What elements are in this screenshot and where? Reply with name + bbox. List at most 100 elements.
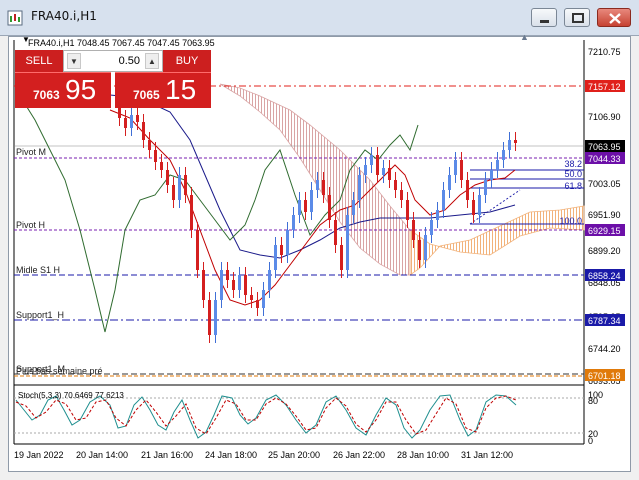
- candle-body: [118, 108, 121, 118]
- buy-price-box[interactable]: 7065 15: [115, 72, 211, 108]
- candle-body: [334, 220, 337, 245]
- stoch-main-line: [15, 394, 517, 439]
- svg-text:7157.12: 7157.12: [588, 82, 621, 92]
- candle-body: [466, 180, 469, 200]
- buy-price-pips: 15: [165, 74, 197, 105]
- candle-body: [202, 270, 205, 300]
- fibo-label-500: 50.0: [564, 169, 582, 179]
- lot-decrease-button[interactable]: ▼: [67, 53, 81, 69]
- candle-body: [388, 168, 391, 180]
- buy-price-prefix: 7065: [133, 88, 160, 102]
- candle-body: [178, 175, 181, 200]
- svg-text:6744.20: 6744.20: [588, 344, 621, 354]
- candle-body: [514, 140, 517, 143]
- candle-body: [376, 155, 379, 175]
- candle-body: [268, 270, 271, 290]
- candle-body: [298, 200, 301, 215]
- candle-body: [124, 118, 127, 128]
- candle-body: [424, 235, 427, 260]
- sell-button[interactable]: SELL: [15, 50, 63, 72]
- collapse-arrow-icon[interactable]: ▲: [520, 32, 529, 42]
- candle-body: [262, 290, 265, 308]
- candle-body: [130, 115, 133, 128]
- candle-body: [208, 300, 211, 335]
- candle-body: [328, 195, 331, 220]
- candle-body: [436, 210, 439, 220]
- price-tags: 7157.12 7063.95 7044.33 6929.15 6858.24 6787.…: [585, 80, 625, 381]
- svg-text:7063.95: 7063.95: [588, 142, 621, 152]
- fibo-label-618: 61.8: [564, 181, 582, 191]
- candle-body: [232, 280, 235, 290]
- candle-body: [454, 160, 457, 175]
- candle-body: [496, 160, 499, 170]
- candle-body: [406, 200, 409, 220]
- price-tag: 6858.24: [585, 269, 625, 281]
- candle-body: [382, 168, 385, 175]
- candle-body: [490, 170, 493, 180]
- candle-body: [472, 200, 475, 215]
- price-tag: 6787.34: [585, 314, 625, 326]
- fibonacci-trendline: [469, 189, 521, 225]
- candle-body: [316, 180, 319, 190]
- lot-increase-button[interactable]: ▲: [145, 53, 159, 69]
- midle-s1-label: Midle S1 H: [16, 265, 60, 275]
- buy-button[interactable]: BUY: [163, 50, 211, 72]
- candle-body: [448, 175, 451, 190]
- candle-body: [142, 122, 145, 140]
- fibo-label-1000: 100.0: [559, 216, 582, 226]
- svg-text:6787.34: 6787.34: [588, 316, 621, 326]
- svg-text:6858.24: 6858.24: [588, 271, 621, 281]
- svg-text:7106.90: 7106.90: [588, 112, 621, 122]
- time-axis: 19 Jan 2022 20 Jan 14:00 21 Jan 16:00 24…: [14, 450, 513, 460]
- svg-text:20 Jan 14:00: 20 Jan 14:00: [76, 450, 128, 460]
- candle-body: [412, 220, 415, 240]
- svg-text:6929.15: 6929.15: [588, 226, 621, 236]
- candle-body: [310, 190, 313, 212]
- sell-price-box[interactable]: 7063 95: [15, 72, 111, 108]
- sell-price-prefix: 7063: [33, 88, 60, 102]
- candle-body: [370, 155, 373, 165]
- candle-body: [394, 180, 397, 190]
- svg-text:25 Jan 20:00: 25 Jan 20:00: [268, 450, 320, 460]
- candle-body: [160, 162, 163, 170]
- price-tag: 7157.12: [585, 80, 625, 92]
- one-click-trading-panel: SELL ▼ ▲ BUY 7063 95 7065 15: [15, 50, 211, 108]
- candle-body: [460, 160, 463, 180]
- candle-body: [304, 200, 307, 212]
- stoch-label: Stoch(5,3,3) 70.6469 77.6213: [18, 391, 124, 400]
- price-tag: 6701.18: [585, 369, 625, 381]
- sell-price-pips: 95: [65, 74, 97, 105]
- stoch-axis: 100 80 20 0: [588, 390, 603, 446]
- svg-text:19 Jan 2022: 19 Jan 2022: [14, 450, 64, 460]
- svg-text:7044.33: 7044.33: [588, 154, 621, 164]
- candle-body: [184, 175, 187, 195]
- svg-text:28 Jan 10:00: 28 Jan 10:00: [397, 450, 449, 460]
- svg-text:21 Jan 16:00: 21 Jan 16:00: [141, 450, 193, 460]
- svg-text:31 Jan 12:00: 31 Jan 12:00: [461, 450, 513, 460]
- svg-text:0: 0: [588, 436, 593, 446]
- candle-body: [292, 215, 295, 230]
- svg-text:7210.75: 7210.75: [588, 47, 621, 57]
- candle-body: [250, 295, 253, 300]
- svg-text:6701.18: 6701.18: [588, 371, 621, 381]
- candle-body: [190, 195, 193, 230]
- candle-body: [226, 270, 229, 280]
- lot-size-input[interactable]: [86, 53, 140, 69]
- fibo-label-382: 38.2: [564, 159, 582, 169]
- candle-body: [358, 175, 361, 200]
- candle-body: [220, 270, 223, 300]
- week-low-label: Plus bas semaine pré: [16, 366, 103, 376]
- candle-body: [340, 245, 343, 270]
- svg-text:26 Jan 22:00: 26 Jan 22:00: [333, 450, 385, 460]
- candle-body: [244, 275, 247, 295]
- symbol-info: FRA40.i,H1 7048.45 7067.45 7047.45 7063.…: [28, 38, 215, 48]
- candle-body: [214, 300, 217, 335]
- svg-text:6951.90: 6951.90: [588, 210, 621, 220]
- price-tag: 7044.33: [585, 152, 625, 164]
- candle-body: [418, 240, 421, 260]
- support1-label: Support1_H: [16, 310, 64, 320]
- candle-body: [274, 245, 277, 270]
- candle-body: [508, 140, 511, 150]
- lot-size-control: ▼ ▲: [63, 50, 163, 72]
- candle-body: [484, 180, 487, 195]
